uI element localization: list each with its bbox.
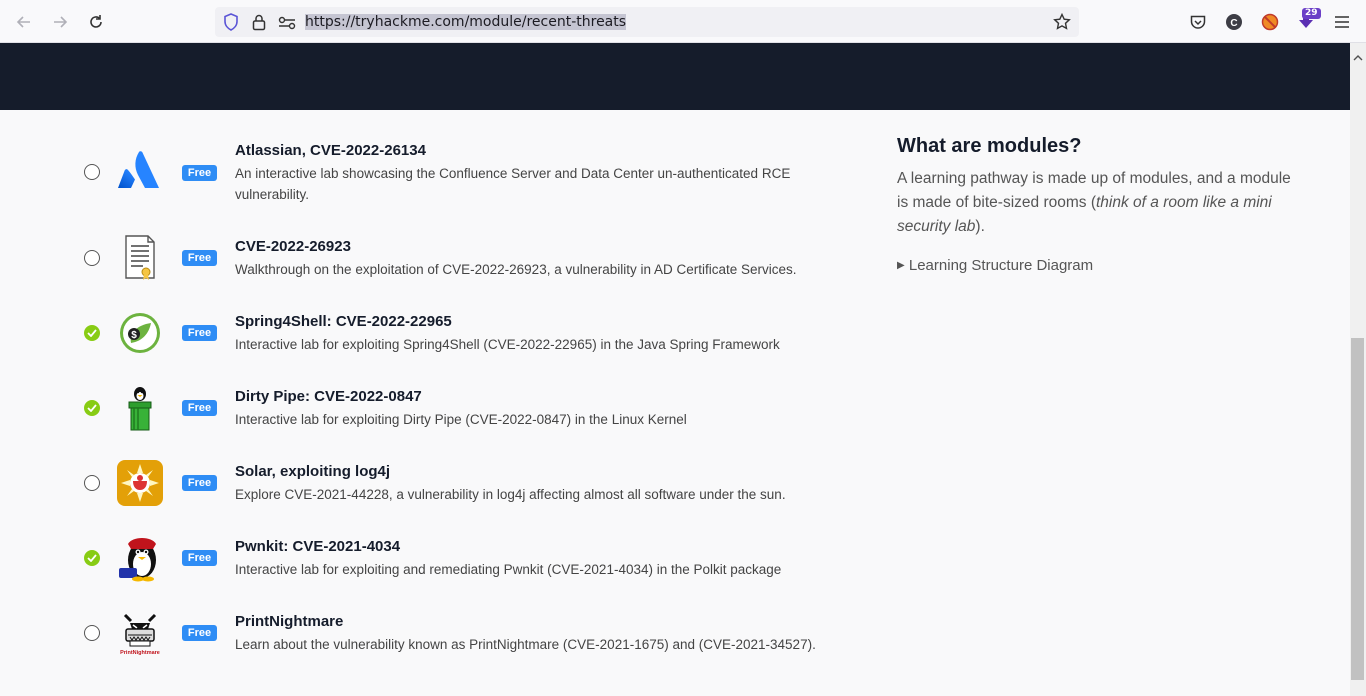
certificate-logo (116, 234, 164, 282)
free-badge: Free (182, 475, 217, 491)
scroll-up-arrow-icon[interactable] (1353, 47, 1363, 66)
extension-icon[interactable] (1259, 11, 1281, 33)
back-icon[interactable] (13, 11, 35, 33)
room-item[interactable]: Free CVE-2022-26923 Walkthrough on the e… (80, 234, 860, 284)
tux-pipe-logo (116, 384, 164, 432)
printnightmare-logo: PrintNightmare (116, 609, 164, 657)
room-title[interactable]: Dirty Pipe: CVE-2022-0847 (235, 388, 422, 405)
shield-icon[interactable] (223, 13, 239, 35)
room-item[interactable]: Free Solar, exploiting log4j Explore CVE… (80, 459, 860, 509)
permissions-icon[interactable] (278, 15, 296, 34)
profile-c-icon[interactable]: C (1223, 11, 1245, 33)
reload-icon[interactable] (85, 11, 107, 33)
disclosure-triangle-icon: ▶ (897, 260, 905, 271)
room-status-incomplete (84, 625, 100, 641)
printnightmare-logo-text: PrintNightmare (120, 650, 160, 656)
room-description: Learn about the vulnerability known as P… (235, 637, 816, 652)
browser-toolbar: https://tryhackme.com/module/recent-thre… (0, 0, 1366, 43)
bookmark-star-icon[interactable] (1053, 12, 1071, 35)
room-description: Interactive lab for exploiting and remed… (235, 562, 782, 577)
room-item[interactable]: Free Atlassian, CVE-2022-26134 An intera… (80, 140, 860, 210)
room-title[interactable]: CVE-2022-26923 (235, 238, 351, 255)
room-description: An interactive lab showcasing the Conflu… (235, 166, 791, 202)
free-badge: Free (182, 250, 217, 266)
room-title[interactable]: Solar, exploiting log4j (235, 463, 390, 480)
free-badge: Free (182, 165, 217, 181)
room-description: Interactive lab for exploiting Dirty Pip… (235, 412, 687, 427)
completed-check-icon (84, 325, 100, 341)
sidebar-text-end: ). (975, 218, 985, 235)
forward-icon[interactable] (49, 11, 71, 33)
url-bar[interactable]: https://tryhackme.com/module/recent-thre… (215, 7, 1079, 37)
sun-log4j-logo (116, 459, 164, 507)
completed-check-icon (84, 400, 100, 416)
room-title[interactable]: Spring4Shell: CVE-2022-22965 (235, 313, 452, 330)
room-description: Interactive lab for exploiting Spring4Sh… (235, 337, 780, 352)
menu-icon[interactable] (1331, 11, 1353, 33)
room-title[interactable]: Atlassian, CVE-2022-26134 (235, 142, 426, 159)
free-badge: Free (182, 400, 217, 416)
room-item[interactable]: Free Pwnkit: CVE-2021-4034 Interactive l… (80, 534, 860, 584)
pocket-icon[interactable] (1187, 11, 1209, 33)
learning-structure-toggle[interactable]: ▶ Learning Structure Diagram (897, 257, 1093, 274)
free-badge: Free (182, 325, 217, 341)
room-description: Walkthrough on the exploitation of CVE-2… (235, 262, 797, 277)
room-item[interactable]: Free Dirty Pipe: CVE-2022-0847 Interacti… (80, 384, 860, 434)
module-header-banner (0, 43, 1350, 110)
completed-check-icon (84, 550, 100, 566)
atlassian-logo (116, 148, 164, 196)
learning-structure-label: Learning Structure Diagram (908, 257, 1094, 274)
room-status-incomplete (84, 164, 100, 180)
room-item[interactable]: PrintNightmare Free PrintNightmare Learn… (80, 609, 860, 659)
url-text[interactable]: https://tryhackme.com/module/recent-thre… (305, 14, 627, 30)
room-item[interactable]: $ Free Spring4Shell: CVE-2022-22965 Inte… (80, 309, 860, 359)
pwnkit-tux-logo (116, 534, 164, 582)
free-badge: Free (182, 625, 217, 641)
free-badge: Free (182, 550, 217, 566)
room-status-incomplete (84, 250, 100, 266)
room-title[interactable]: PrintNightmare (235, 613, 343, 630)
lock-icon[interactable] (251, 13, 267, 35)
svg-text:C: C (1230, 18, 1237, 29)
extension-badge: 29 (1302, 8, 1321, 19)
sidebar-title: What are modules? (897, 135, 1082, 157)
room-status-incomplete (84, 475, 100, 491)
spring-logo: $ (116, 309, 164, 357)
scrollbar-thumb[interactable] (1351, 338, 1364, 680)
room-description: Explore CVE-2021-44228, a vulnerability … (235, 487, 786, 502)
room-title[interactable]: Pwnkit: CVE-2021-4034 (235, 538, 400, 555)
sidebar-description: A learning pathway is made up of modules… (897, 167, 1297, 239)
svg-text:$: $ (131, 330, 137, 341)
